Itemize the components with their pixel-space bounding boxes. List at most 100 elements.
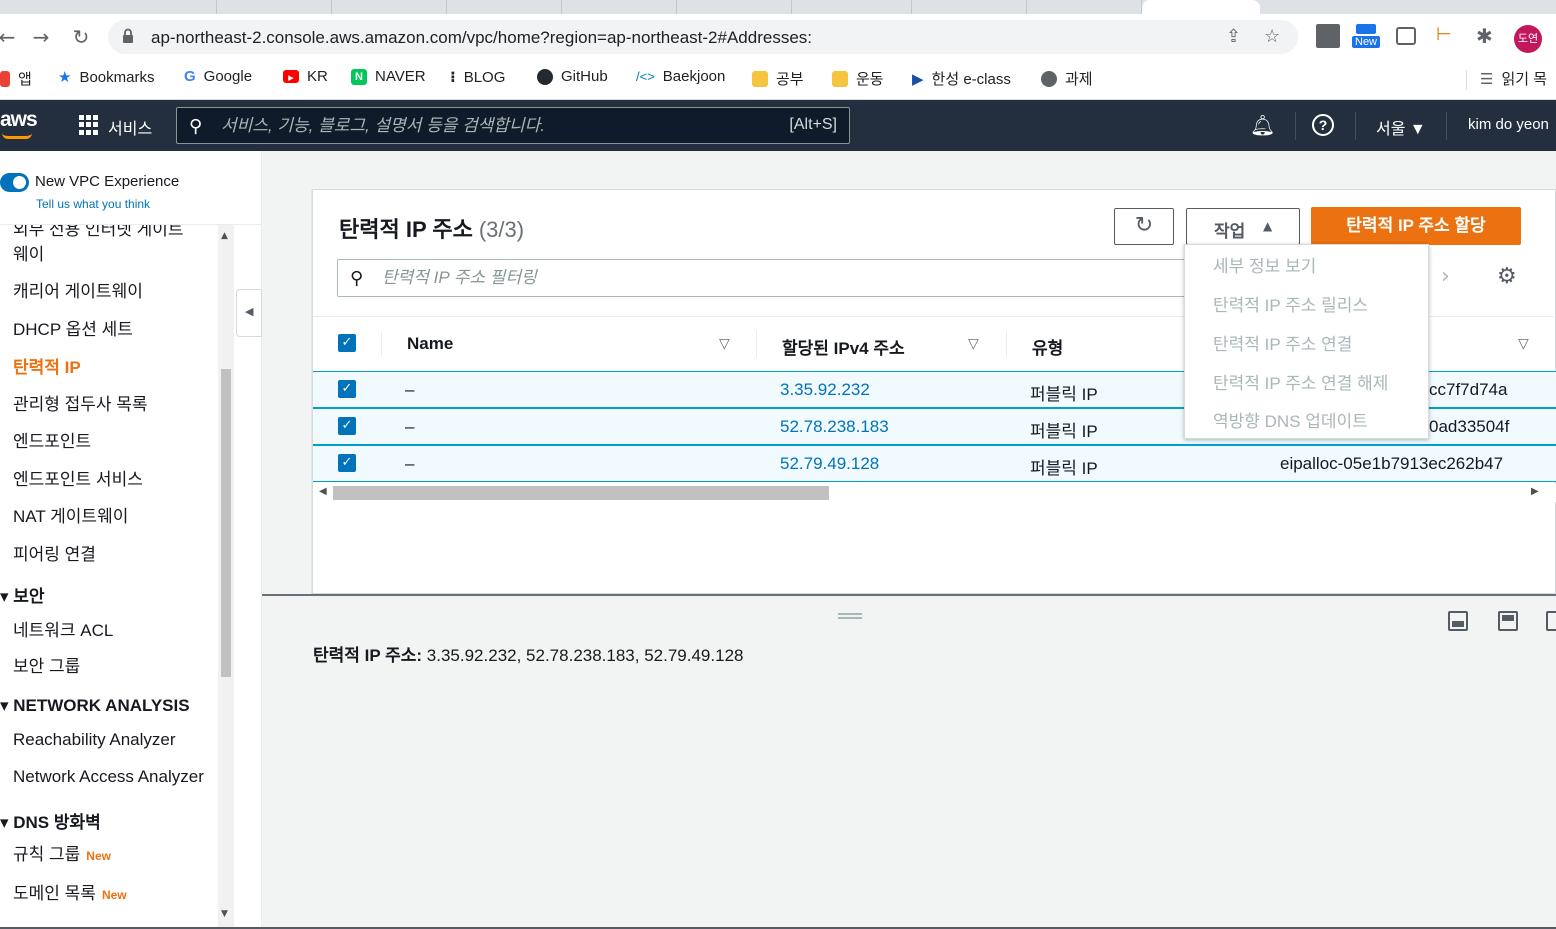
sidebar-item-endpoint-services[interactable]: 엔드포인트 서비스 — [13, 465, 143, 490]
sidebar-item-security-groups[interactable]: 보안 그룹 — [13, 652, 80, 677]
sidebar-section-network-analysis[interactable]: ▾ NETWORK ANALYSIS — [0, 696, 190, 716]
menu-item-update-reverse-dns[interactable]: 역방향 DNS 업데이트 — [1213, 407, 1368, 432]
browser-tab[interactable] — [677, 0, 792, 14]
bookmark-baekjoon[interactable]: /<> Baekjoon — [636, 68, 725, 85]
aws-logo[interactable]: aws — [0, 108, 38, 132]
browser-tab[interactable] — [217, 0, 332, 14]
reload-icon[interactable]: ↻ — [68, 24, 94, 50]
sidebar-section-dns-firewall[interactable]: ▾ DNS 방화벽 — [0, 808, 101, 833]
bookmark-manager-icon[interactable]: ⊢ — [1436, 24, 1460, 48]
bookmark-folder-study[interactable]: 공부 — [752, 68, 804, 89]
cell-ipv4-link[interactable]: 52.78.238.183 — [780, 417, 889, 437]
new-vpc-experience-toggle[interactable] — [0, 173, 29, 192]
scroll-right-icon[interactable]: ▶ — [1531, 486, 1539, 497]
filter-box[interactable]: ⚲ — [337, 259, 1187, 297]
browser-tab[interactable] — [1027, 0, 1142, 14]
help-icon[interactable]: ? — [1312, 114, 1334, 136]
browser-tab[interactable] — [562, 0, 677, 14]
sidebar-item-elastic-ip[interactable]: 탄력적 IP — [13, 353, 81, 378]
browser-tab[interactable] — [447, 0, 562, 14]
refresh-button[interactable]: ↻ — [1114, 208, 1174, 245]
cell-ipv4-link[interactable]: 52.79.49.128 — [780, 454, 879, 474]
panel-top-icon[interactable] — [1498, 611, 1518, 631]
services-grid-icon[interactable] — [79, 115, 99, 135]
aws-search[interactable]: ⚲ [Alt+S] — [176, 107, 850, 144]
column-header-type[interactable]: 유형 — [1032, 334, 1063, 359]
table-scroll-thumb[interactable] — [333, 486, 829, 500]
sidebar-collapse-button[interactable]: ◀ — [236, 289, 262, 337]
sidebar-item-peering[interactable]: 피어링 연결 — [13, 540, 96, 565]
aws-search-input[interactable] — [221, 114, 761, 138]
sidebar-item-endpoints[interactable]: 엔드포인트 — [13, 427, 91, 452]
reading-list[interactable]: ☰ 읽기 목 — [1480, 68, 1547, 89]
table-row[interactable]: ✓ – 52.79.49.128 퍼블릭 IP eipalloc-05e1b79… — [313, 445, 1556, 482]
services-menu[interactable]: 서비스 — [108, 115, 152, 139]
column-header-name[interactable]: Name — [407, 334, 453, 354]
browser-tab[interactable] — [102, 0, 217, 14]
menu-item-release-ip[interactable]: 탄력적 IP 주소 릴리스 — [1213, 291, 1368, 316]
gear-icon[interactable]: ⚙ — [1497, 264, 1517, 289]
puzzle-icon[interactable]: ✱ — [1476, 24, 1500, 48]
profile-avatar[interactable]: 도연 — [1514, 25, 1542, 53]
bookmark-folder-exercise[interactable]: 운동 — [832, 68, 884, 89]
sidebar-item-network-access-analyzer[interactable]: Network Access Analyzer — [13, 767, 204, 787]
chevron-right-icon[interactable]: › — [1441, 264, 1450, 289]
scroll-down-icon[interactable]: ▼ — [221, 909, 228, 919]
row-checkbox[interactable]: ✓ — [338, 380, 356, 398]
address-bar[interactable]: ap-northeast-2.console.aws.amazon.com/vp… — [108, 20, 1298, 54]
sidebar-item-nat-gateways[interactable]: NAT 게이트웨이 — [13, 502, 128, 527]
select-all-checkbox[interactable]: ✓ — [338, 334, 356, 352]
url-text[interactable]: ap-northeast-2.console.aws.amazon.com/vp… — [151, 28, 812, 48]
region-selector[interactable]: 서울 ▼ — [1376, 115, 1426, 139]
resize-handle[interactable] — [838, 613, 862, 619]
browser-tab[interactable] — [332, 0, 447, 14]
sort-icon[interactable]: ▽ — [719, 336, 730, 352]
bookmark-eclass[interactable]: ▶ 한성 e-class — [912, 68, 1011, 89]
row-checkbox[interactable]: ✓ — [338, 417, 356, 435]
bookmark-bookmarks[interactable]: ★ Bookmarks — [58, 68, 154, 86]
menu-item-disassociate-ip[interactable]: 탄력적 IP 주소 연결 해제 — [1213, 369, 1388, 394]
actions-button[interactable]: 작업 ▲ — [1186, 208, 1300, 245]
menu-item-associate-ip[interactable]: 탄력적 IP 주소 연결 — [1213, 330, 1352, 355]
bookmark-naver[interactable]: N NAVER — [351, 68, 426, 85]
bookmark-apps[interactable]: 앱 — [0, 68, 32, 89]
panel-bottom-icon[interactable] — [1448, 611, 1468, 631]
bookmark-google[interactable]: G Google — [184, 68, 252, 85]
row-checkbox[interactable]: ✓ — [338, 454, 356, 472]
sort-icon[interactable]: ▽ — [1518, 336, 1529, 352]
sidebar-scroll-thumb[interactable] — [221, 369, 231, 677]
sidebar-item-reachability-analyzer[interactable]: Reachability Analyzer — [13, 730, 176, 750]
table-horizontal-scrollbar[interactable]: ◀ ▶ — [313, 484, 1556, 502]
feedback-link[interactable]: Tell us what you think — [36, 197, 150, 211]
cell-ipv4-link[interactable]: 3.35.92.232 — [780, 380, 870, 400]
cast-icon[interactable] — [1396, 27, 1416, 45]
sidebar-scrollbar[interactable]: ▲ ▼ — [218, 225, 234, 929]
browser-tab[interactable] — [912, 0, 1027, 14]
sidebar-item-carrier-gateway[interactable]: 캐리어 게이트웨이 — [13, 277, 143, 302]
bookmark-blog[interactable]: ⁝ BLOG — [450, 68, 505, 87]
back-icon[interactable]: ← — [0, 24, 20, 50]
star-icon[interactable]: ☆ — [1264, 26, 1280, 47]
allocate-elastic-ip-button[interactable]: 탄력적 IP 주소 할당 — [1311, 207, 1521, 245]
sidebar-item-prefix-lists[interactable]: 관리형 접두사 목록 — [13, 390, 148, 415]
panel-side-icon[interactable] — [1546, 611, 1556, 631]
extension-icon[interactable] — [1316, 24, 1340, 48]
sidebar-item-domain-lists[interactable]: 도메인 목록 New — [13, 879, 127, 904]
bookmark-assignment[interactable]: 과제 — [1041, 68, 1093, 89]
sidebar-item-rule-groups[interactable]: 규칙 그룹 New — [13, 840, 111, 865]
sidebar-item-network-acl[interactable]: 네트워크 ACL — [13, 616, 113, 641]
sort-icon[interactable]: ▽ — [968, 336, 979, 352]
sidebar-section-security[interactable]: ▾ 보안 — [0, 582, 45, 607]
scroll-up-icon[interactable]: ▲ — [221, 231, 228, 241]
bookmark-kr[interactable]: ▸ KR — [283, 68, 328, 85]
filter-input[interactable] — [382, 266, 1142, 290]
new-extension-icon[interactable]: New — [1352, 24, 1382, 48]
scroll-left-icon[interactable]: ◀ — [319, 486, 327, 497]
sidebar-item-egress-gateway-cont[interactable]: 웨이 — [13, 240, 44, 265]
account-menu[interactable]: kim do yeon — [1468, 116, 1549, 133]
sidebar-item-dhcp-options[interactable]: DHCP 옵션 세트 — [13, 315, 133, 340]
browser-tab[interactable] — [792, 0, 912, 14]
menu-item-view-details[interactable]: 세부 정보 보기 — [1213, 252, 1316, 277]
bookmark-github[interactable]: GitHub — [537, 68, 608, 85]
share-icon[interactable]: ⇪ — [1226, 26, 1241, 47]
